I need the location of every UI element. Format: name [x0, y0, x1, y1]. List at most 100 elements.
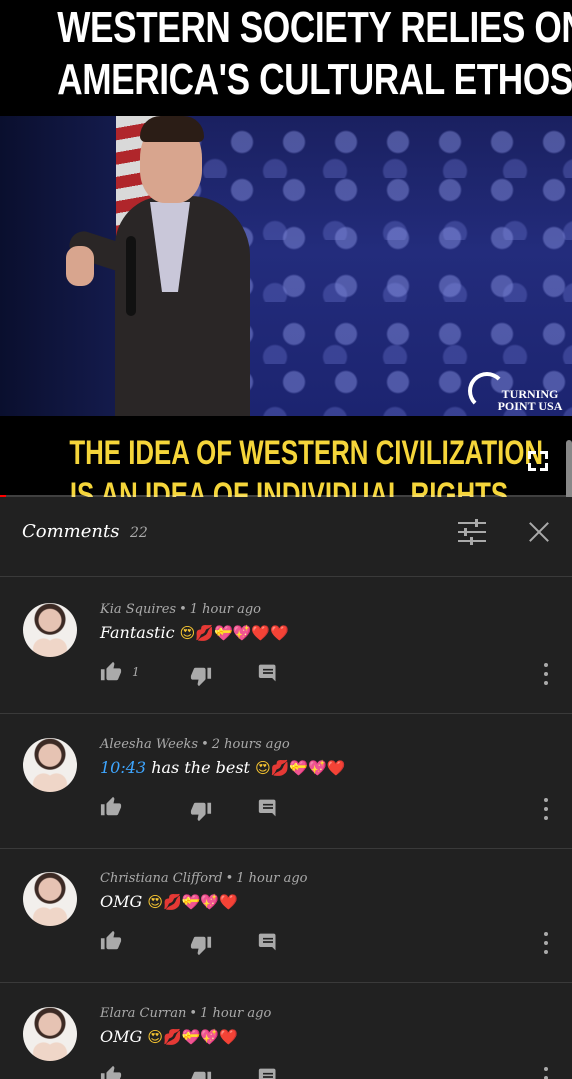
thumbs-up-icon [100, 1065, 122, 1079]
comment-body: OMG [100, 1027, 143, 1046]
dislike-button[interactable] [190, 934, 212, 956]
emoji-icon: ❤️ [219, 1028, 238, 1046]
comment-meta: Elara Curran • 1 hour ago [100, 1006, 271, 1021]
emoji-icon: 💝 [289, 759, 309, 777]
reply-button[interactable] [258, 1067, 278, 1079]
meta-separator: • [179, 602, 187, 617]
logo-line-2: POINT USA [497, 399, 563, 413]
speaker-hand [66, 246, 94, 286]
timestamp-link[interactable]: 10:43 [100, 758, 151, 777]
comment-time: 1 hour ago [189, 602, 261, 617]
comment-menu-button[interactable] [542, 1067, 550, 1079]
sort-button[interactable] [458, 519, 486, 545]
speaker-hair [140, 116, 204, 142]
comment-text: Fantastic 😍💋💝💖❤️❤️ [100, 623, 289, 642]
emoji-icon: ❤️ [251, 624, 271, 642]
comment-item: Elara Curran • 1 hour ago OMG 😍💋💝💖❤️ [0, 983, 572, 1079]
thumbs-up-icon [100, 930, 122, 950]
comment-item: Christiana Clifford • 1 hour ago OMG 😍💋💝💖❤… [0, 848, 572, 983]
reply-comment-icon [258, 664, 276, 682]
thumbs-down-icon [190, 936, 212, 956]
thumbs-down-icon [190, 667, 212, 687]
avatar[interactable] [23, 872, 77, 926]
comment-author[interactable]: Kia Squires [100, 602, 176, 617]
thumbs-up-icon [100, 796, 122, 816]
comment-time: 1 hour ago [200, 1006, 272, 1021]
like-count: 1 [132, 665, 140, 679]
comment-item: Aleesha Weeks • 2 hours ago 10:43 has the … [0, 714, 572, 849]
emoji-icon: 💋 [163, 893, 182, 911]
reply-comment-icon [258, 933, 276, 951]
comment-emojis: 😍💋💝💖❤️ [147, 1027, 237, 1046]
video-player[interactable]: WESTERN SOCIETY RELIES ON AMERICA'S CULT… [0, 0, 572, 497]
reply-comment-icon [258, 1068, 276, 1079]
comment-item: Kia Squires • 1 hour ago Fantastic 😍💋💝💖❤️❤… [0, 579, 572, 714]
comment-actions [100, 928, 560, 958]
comment-body: has the best [151, 758, 250, 777]
dislike-button[interactable] [190, 800, 212, 822]
comment-actions: 1 [100, 659, 560, 689]
comment-emojis: 😍💋💝💖❤️❤️ [180, 623, 289, 642]
avatar[interactable] [23, 738, 77, 792]
reply-comment-icon [258, 799, 276, 817]
comments-title: Comments [22, 521, 120, 542]
comment-emojis: 😍💋💝💖❤️ [255, 758, 345, 777]
like-button[interactable] [100, 930, 122, 952]
emoji-icon: 💝 [181, 1028, 201, 1046]
caption-line-1: THE IDEA OF WESTERN CIVILIZATION [69, 434, 544, 472]
comment-author[interactable]: Elara Curran [100, 1006, 186, 1021]
dislike-button[interactable] [190, 665, 212, 687]
emoji-icon: 💋 [270, 759, 290, 777]
comment-text: OMG 😍💋💝💖❤️ [100, 892, 238, 911]
meta-separator: • [201, 737, 209, 752]
comment-time: 1 hour ago [236, 871, 308, 886]
turning-point-logo: TURNING POINT USA [468, 370, 568, 414]
comments-panel: Comments 22 Kia Squires • 1 hour ago Fanta… [0, 497, 572, 1079]
comment-author[interactable]: Aleesha Weeks [100, 737, 198, 752]
comment-meta: Christiana Clifford • 1 hour ago [100, 871, 308, 886]
emoji-icon: 😍 [147, 893, 164, 911]
reply-button[interactable] [258, 932, 278, 952]
video-caption: THE IDEA OF WESTERN CIVILIZATION IS AN I… [0, 416, 572, 497]
comment-actions [100, 1063, 560, 1079]
meta-separator: • [225, 871, 234, 886]
emoji-icon: 😍 [255, 759, 271, 777]
comment-menu-button[interactable] [542, 932, 550, 954]
comment-menu-button[interactable] [542, 798, 550, 820]
thumbs-down-icon [191, 1071, 212, 1079]
comment-author[interactable]: Christiana Clifford [100, 871, 223, 886]
emoji-icon: ❤️ [326, 759, 346, 777]
thumbs-down-icon [190, 802, 212, 822]
emoji-icon: 😍 [179, 624, 196, 642]
emoji-icon: 💝 [213, 624, 233, 642]
emoji-icon: ❤️ [270, 624, 289, 642]
video-headline: WESTERN SOCIETY RELIES ON AMERICA'S CULT… [0, 0, 572, 116]
comment-menu-button[interactable] [542, 663, 550, 685]
comment-body: OMG [100, 892, 143, 911]
comments-count: 22 [130, 525, 148, 541]
comment-text: OMG 😍💋💝💖❤️ [100, 1027, 238, 1046]
comments-header: Comments 22 [0, 497, 572, 577]
avatar[interactable] [23, 1007, 77, 1061]
comment-time: 2 hours ago [211, 737, 290, 752]
headline-line-1: WESTERN SOCIETY RELIES ON [57, 3, 572, 52]
fullscreen-button[interactable] [526, 449, 550, 473]
dislike-button[interactable] [190, 1069, 212, 1079]
comment-text: 10:43 has the best 😍💋💝💖❤️ [100, 758, 345, 777]
meta-separator: • [189, 1006, 198, 1021]
like-button[interactable] [100, 796, 122, 818]
emoji-icon: 😍 [147, 1028, 164, 1046]
emoji-icon: 💋 [195, 624, 214, 642]
comment-actions [100, 794, 560, 824]
like-button[interactable] [100, 1065, 122, 1079]
reply-button[interactable] [258, 798, 278, 818]
reply-button[interactable] [258, 663, 278, 683]
emoji-icon: 💖 [308, 759, 327, 777]
comment-body: Fantastic [100, 623, 175, 642]
close-button[interactable] [526, 519, 552, 545]
microphone [126, 236, 136, 316]
like-button[interactable] [100, 661, 122, 683]
headline-line-2: AMERICA'S CULTURAL ETHOS [57, 55, 572, 104]
comment-emojis: 😍💋💝💖❤️ [147, 892, 237, 911]
avatar[interactable] [23, 603, 77, 657]
